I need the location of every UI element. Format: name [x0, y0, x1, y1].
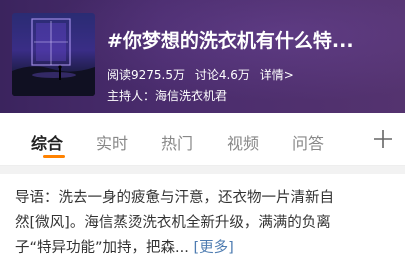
- topic-title: #你梦想的洗衣机有什么特...: [107, 30, 354, 52]
- tab-comprehensive[interactable]: 综合: [31, 130, 63, 154]
- plus-icon[interactable]: [371, 127, 395, 151]
- cover-illustration: [12, 18, 95, 96]
- section-divider: [0, 166, 405, 174]
- discussion-count: 讨论4.6万: [194, 68, 250, 82]
- tab-qa[interactable]: 问答: [292, 130, 324, 154]
- intro-line: 然[微风]。海信蒸烫洗衣机全新升级，满满的负离: [15, 215, 331, 231]
- intro-line: 子“特异功能”加持，把森... [更多]: [15, 236, 395, 261]
- tab-bar: 综合 实时 热门 视频 问答: [0, 113, 405, 166]
- topic-stats: 阅读9275.5万 讨论4.6万 详情>: [107, 66, 300, 83]
- intro-line: 导语：洗去一身的疲惫与汗意，还衣物一片清新自: [15, 190, 334, 206]
- topic-host[interactable]: 主持人：海信洗衣机君: [107, 87, 227, 104]
- intro-line-text: 子“特异功能”加持，把森...: [15, 240, 189, 256]
- details-link[interactable]: 详情>: [260, 68, 294, 82]
- tab-hot[interactable]: 热门: [161, 130, 193, 154]
- read-count: 阅读9275.5万: [107, 68, 185, 82]
- topic-header: #你梦想的洗衣机有什么特... 阅读9275.5万 讨论4.6万 详情> 主持人…: [0, 0, 405, 113]
- topic-introduction: 导语：洗去一身的疲惫与汗意，还衣物一片清新自 然[微风]。海信蒸烫洗衣机全新升级…: [15, 186, 395, 261]
- tab-video[interactable]: 视频: [227, 130, 259, 154]
- active-tab-indicator: [43, 155, 65, 158]
- more-link[interactable]: [更多]: [193, 240, 233, 256]
- tab-realtime[interactable]: 实时: [96, 130, 128, 154]
- topic-cover-image: [12, 13, 95, 96]
